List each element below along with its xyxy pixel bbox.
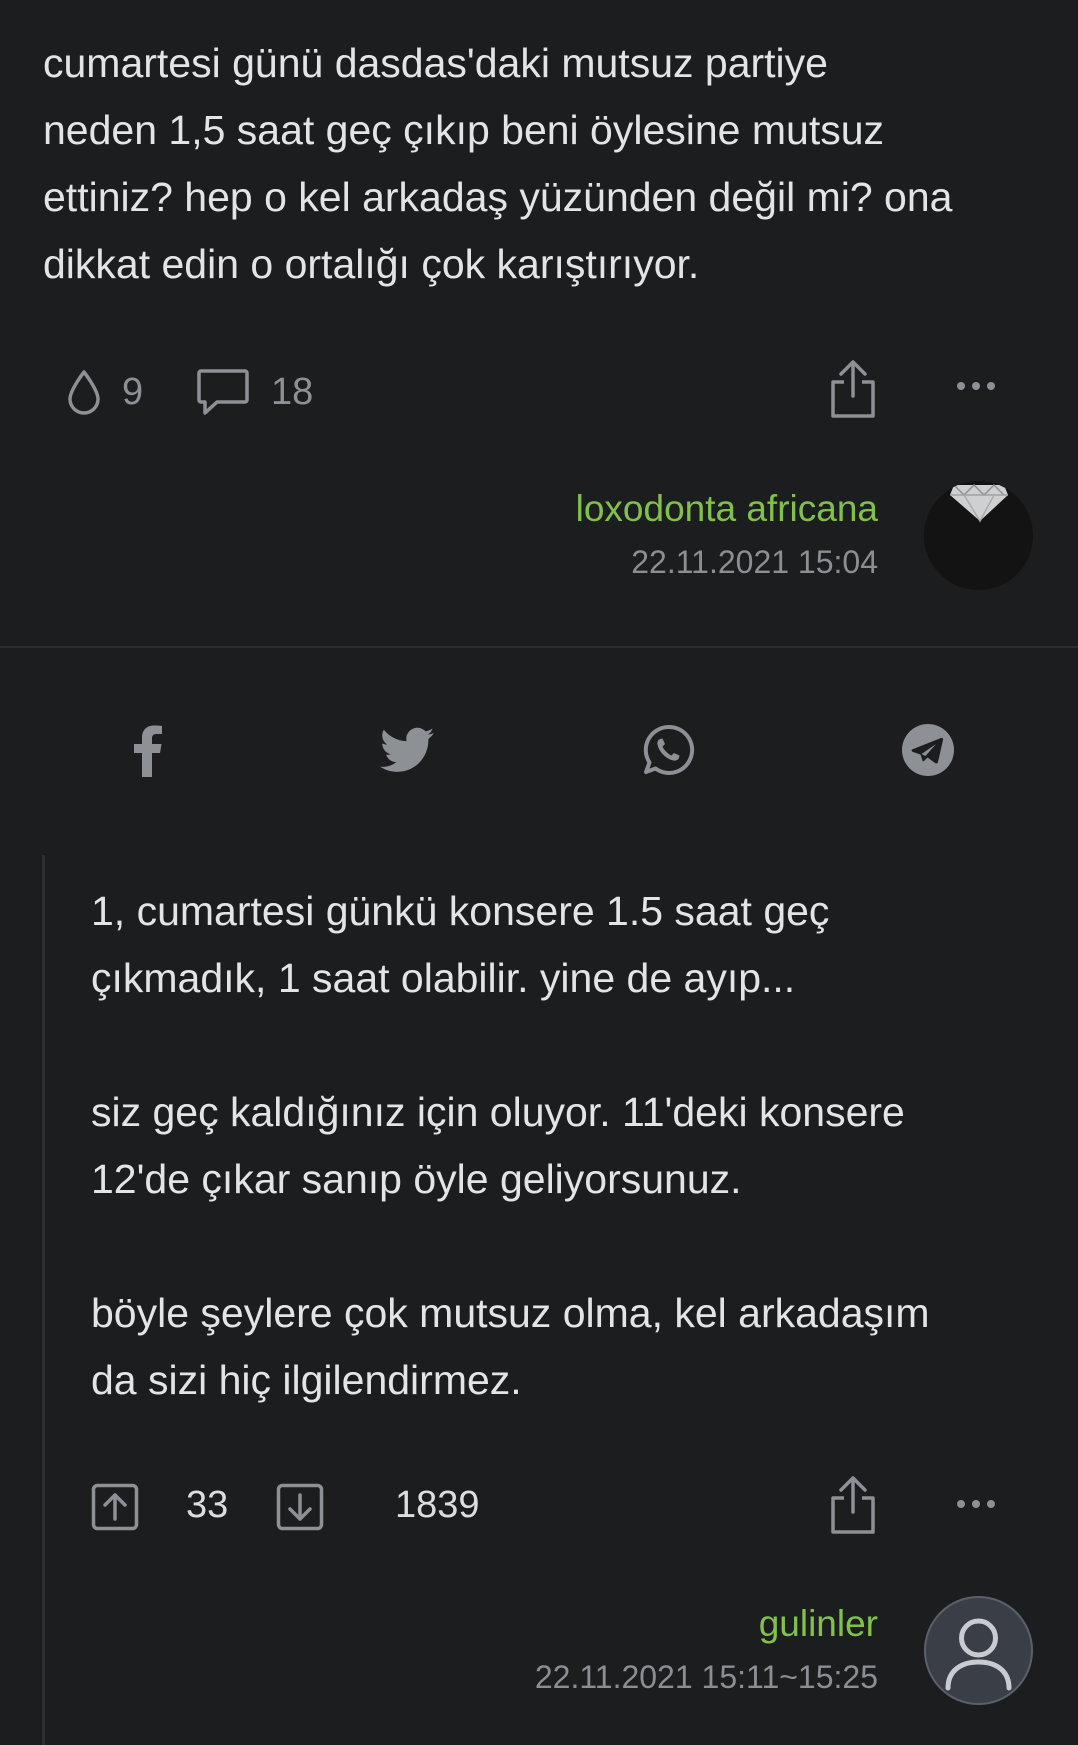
share-icon: [828, 358, 878, 420]
comment-bubble-icon: [195, 366, 251, 418]
comment-author-block: gulinler 22.11.2021 15:11~15:25: [535, 1603, 878, 1696]
drop-icon: [64, 368, 104, 416]
entry-author-avatar[interactable]: [924, 481, 1033, 590]
whatsapp-icon[interactable]: [638, 720, 698, 780]
upvote-icon: [91, 1483, 139, 1531]
upvote-button[interactable]: [91, 1483, 139, 1531]
drop-count: 9: [122, 370, 144, 413]
telegram-icon[interactable]: [898, 720, 958, 780]
downvote-icon: [276, 1483, 324, 1531]
comment-more-options-button[interactable]: [955, 1498, 997, 1510]
comment-date[interactable]: 22.11.2021 15:11~15:25: [535, 1659, 878, 1696]
more-options-button[interactable]: [955, 380, 997, 392]
comment-indent-line: [42, 855, 45, 1745]
entry-author-name[interactable]: loxodonta africana: [576, 488, 878, 530]
comment-count: 18: [271, 370, 314, 413]
user-placeholder-icon: [945, 1618, 1012, 1691]
facebook-icon[interactable]: [117, 720, 177, 780]
comment-score: 1839: [395, 1484, 480, 1526]
comments-button[interactable]: 18: [195, 366, 313, 418]
share-button[interactable]: [828, 358, 878, 420]
social-share-row: [0, 720, 1078, 780]
section-divider: [0, 646, 1078, 648]
more-icon: [955, 380, 997, 392]
entry-text: cumartesi günü dasdas'daki mutsuz partiy…: [43, 40, 953, 287]
avatar-diamond-icon: [924, 481, 1033, 590]
share-icon: [828, 1474, 878, 1536]
entry-author-block: loxodonta africana 22.11.2021 15:04: [576, 488, 878, 581]
comment-author-avatar[interactable]: [924, 1596, 1033, 1705]
more-icon: [955, 1498, 997, 1510]
drop-button[interactable]: 9: [64, 368, 143, 416]
comment-text: 1, cumartesi günkü konsere 1.5 saat geç …: [91, 888, 930, 1403]
comment-author-name[interactable]: gulinler: [535, 1603, 878, 1645]
entry-date[interactable]: 22.11.2021 15:04: [576, 544, 878, 581]
upvote-count: 33: [186, 1484, 229, 1526]
downvote-button[interactable]: [276, 1483, 324, 1531]
comment-share-button[interactable]: [828, 1474, 878, 1536]
twitter-icon[interactable]: [377, 720, 437, 780]
